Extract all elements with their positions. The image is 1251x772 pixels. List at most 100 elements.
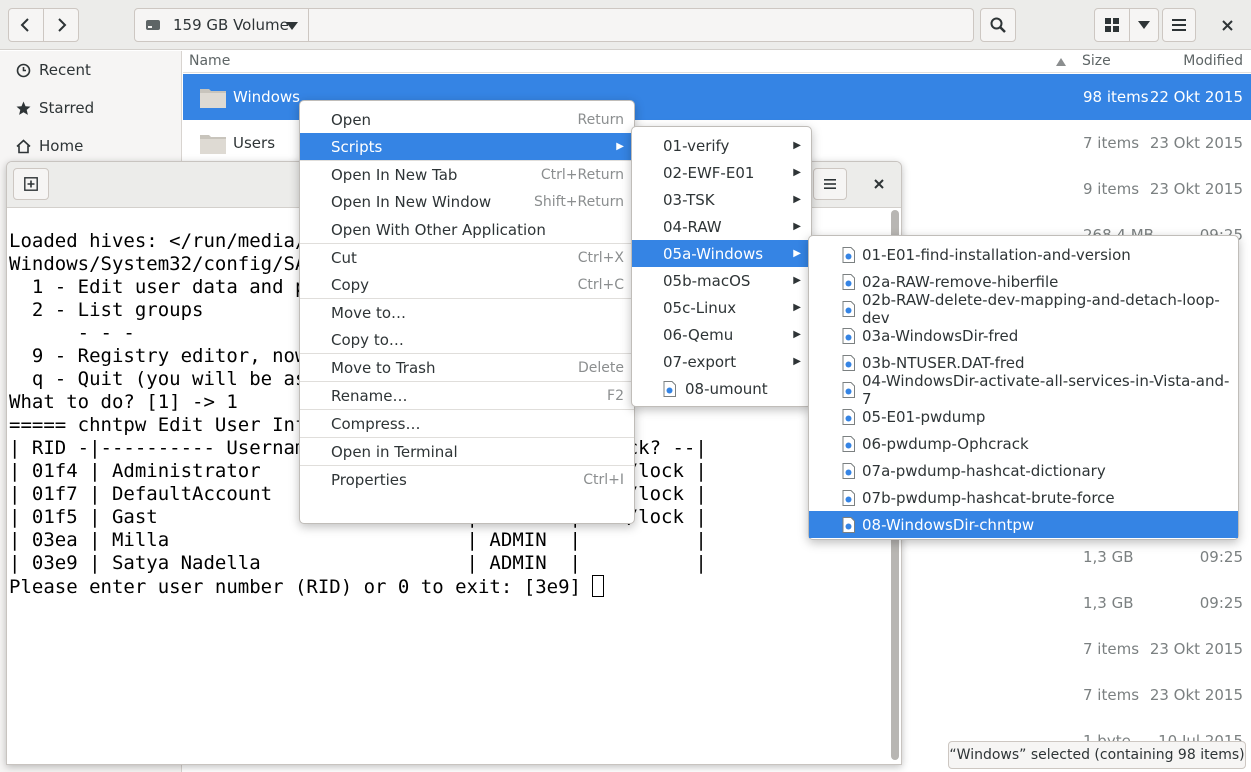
menu-item-cut[interactable]: Cut Ctrl+X [300, 244, 634, 271]
scripts-item[interactable]: 05c-Linux ▶ [632, 294, 811, 321]
menu-item-label: Compress… [331, 414, 421, 433]
scripts-item[interactable]: 06-Qemu ▶ [632, 321, 811, 348]
file-size: 1,3 GB [1083, 594, 1134, 612]
forward-button[interactable] [43, 8, 79, 42]
submenu-arrow-icon: ▶ [793, 140, 801, 151]
menu-item-label: Move to… [331, 303, 407, 322]
menu-item-label: Scripts [331, 137, 383, 156]
menu-item-label: 02a-RAW-remove-hiberfile [862, 272, 1059, 291]
file-modified: 22 Okt 2015 [1149, 88, 1243, 106]
terminal-menu-button[interactable] [813, 168, 847, 200]
menu-item-copy-to[interactable]: Copy to… [300, 326, 634, 353]
menu-item-label: 04-RAW [663, 217, 722, 236]
menu-item-rename[interactable]: Rename… F2 [300, 382, 634, 409]
home-icon [16, 138, 31, 153]
column-modified[interactable]: Modified [1183, 53, 1243, 69]
close-button[interactable] [1210, 8, 1244, 42]
menu-item-label: 06-Qemu [663, 325, 734, 344]
scripts-item[interactable]: 02-EWF-E01 ▶ [632, 159, 811, 186]
menu-item-properties[interactable]: Properties Ctrl+I [300, 466, 634, 493]
header-bar: 159 GB Volume [0, 0, 1251, 50]
menu-item-label: 07b-pwdump-hashcat-brute-force [862, 488, 1115, 507]
menu-item-move-to-trash[interactable]: Move to Trash Delete [300, 354, 634, 381]
file-modified: 09:25 [1199, 548, 1243, 566]
clock-icon [16, 63, 31, 77]
menu-item-label: 05-E01-pwdump [862, 407, 986, 426]
new-tab-button[interactable] [13, 168, 49, 200]
submenu-arrow-icon: ▶ [793, 167, 801, 178]
script-icon [842, 409, 855, 425]
menu-item-label: 05b-macOS [663, 271, 751, 290]
windows-script-item[interactable]: 02b-RAW-delete-dev-mapping-and-detach-lo… [809, 291, 1238, 327]
drive-icon [146, 20, 160, 30]
sidebar-item-recent[interactable]: Recent [0, 51, 181, 89]
submenu-arrow-icon: ▶ [793, 356, 801, 367]
submenu-arrow-icon: ▶ [793, 329, 801, 340]
scripts-item-umount[interactable]: 08-umount [632, 375, 811, 402]
view-grid-button[interactable] [1094, 8, 1130, 42]
sidebar-item-label: Home [39, 137, 84, 155]
file-size: 7 items [1083, 686, 1140, 704]
menu-item-move-to[interactable]: Move to… [300, 299, 634, 326]
terminal-close-button[interactable] [863, 168, 895, 200]
column-name[interactable]: Name [189, 53, 230, 69]
windows-script-item[interactable]: 03a-WindowsDir-fred [809, 322, 1238, 349]
new-tab-icon [24, 177, 38, 191]
close-icon [874, 179, 884, 189]
windows-script-item-chntpw[interactable]: 08-WindowsDir-chntpw [809, 511, 1238, 538]
scripts-item[interactable]: 04-RAW ▶ [632, 213, 811, 240]
windows-script-item[interactable]: 04-WindowsDir-activate-all-services-in-V… [809, 372, 1238, 408]
scripts-item-05a-windows[interactable]: 05a-Windows ▶ [632, 240, 811, 267]
location-button[interactable]: 159 GB Volume [134, 8, 309, 42]
script-icon [842, 301, 855, 317]
menu-item-label: 01-verify [663, 136, 730, 155]
menu-item-label: 08-umount [685, 379, 768, 398]
menu-item-label: Copy to… [331, 330, 404, 349]
scripts-item[interactable]: 07-export ▶ [632, 348, 811, 375]
menu-item-accel: Ctrl+I [583, 471, 624, 488]
windows-script-item[interactable]: 07a-pwdump-hashcat-dictionary [809, 457, 1238, 484]
menu-item-open-with[interactable]: Open With Other Application [300, 216, 634, 243]
menu-item-compress[interactable]: Compress… [300, 410, 634, 437]
close-icon [1221, 19, 1233, 31]
file-name: Users [233, 134, 276, 152]
menu-item-label: 05c-Linux [663, 298, 737, 317]
view-options-button[interactable] [1129, 8, 1159, 42]
menu-item-open[interactable]: Open Return [300, 106, 634, 133]
menu-item-accel: Ctrl+X [577, 249, 624, 266]
file-size: 7 items [1083, 134, 1140, 152]
menu-item-open-in-terminal[interactable]: Open in Terminal [300, 438, 634, 465]
column-size[interactable]: Size [1082, 53, 1111, 69]
terminal-prompt-line: Please enter user number (RID) or 0 to e… [9, 575, 707, 599]
script-icon [842, 490, 855, 506]
sidebar-item-home[interactable]: Home [0, 127, 181, 165]
search-button[interactable] [980, 8, 1016, 42]
go-next-icon [58, 18, 67, 32]
windows-script-item[interactable]: 01-E01-find-installation-and-version [809, 241, 1238, 268]
script-icon [842, 274, 855, 290]
windows-script-item[interactable]: 07b-pwdump-hashcat-brute-force [809, 484, 1238, 511]
back-button[interactable] [8, 8, 44, 42]
main-menu-button[interactable] [1162, 8, 1196, 42]
file-size: 9 items [1083, 180, 1140, 198]
terminal-line: | 03e9 | Satya Nadella | ADMIN | | [9, 552, 707, 574]
scripts-item[interactable]: 03-TSK ▶ [632, 186, 811, 213]
windows-script-item[interactable]: 05-E01-pwdump [809, 403, 1238, 430]
menu-item-open-new-window[interactable]: Open In New Window Shift+Return [300, 188, 634, 215]
script-icon [842, 436, 855, 452]
scripts-item[interactable]: 05b-macOS ▶ [632, 267, 811, 294]
menu-item-scripts[interactable]: Scripts ▶ [300, 133, 634, 160]
sidebar-item-starred[interactable]: Starred [0, 89, 181, 127]
menu-item-accel: Ctrl+Return [540, 166, 624, 183]
menu-item-accel: Return [577, 111, 624, 128]
menu-item-open-new-tab[interactable]: Open In New Tab Ctrl+Return [300, 161, 634, 188]
script-icon [842, 463, 855, 479]
menu-item-label: 07-export [663, 352, 737, 371]
windows-script-item[interactable]: 06-pwdump-Ophcrack [809, 430, 1238, 457]
menu-item-copy[interactable]: Copy Ctrl+C [300, 271, 634, 298]
file-size: 1,3 GB [1083, 548, 1134, 566]
submenu-arrow-icon: ▶ [616, 141, 624, 152]
hamburger-icon [824, 179, 836, 189]
menu-item-label: Open In New Window [331, 192, 492, 211]
scripts-item[interactable]: 01-verify ▶ [632, 132, 811, 159]
